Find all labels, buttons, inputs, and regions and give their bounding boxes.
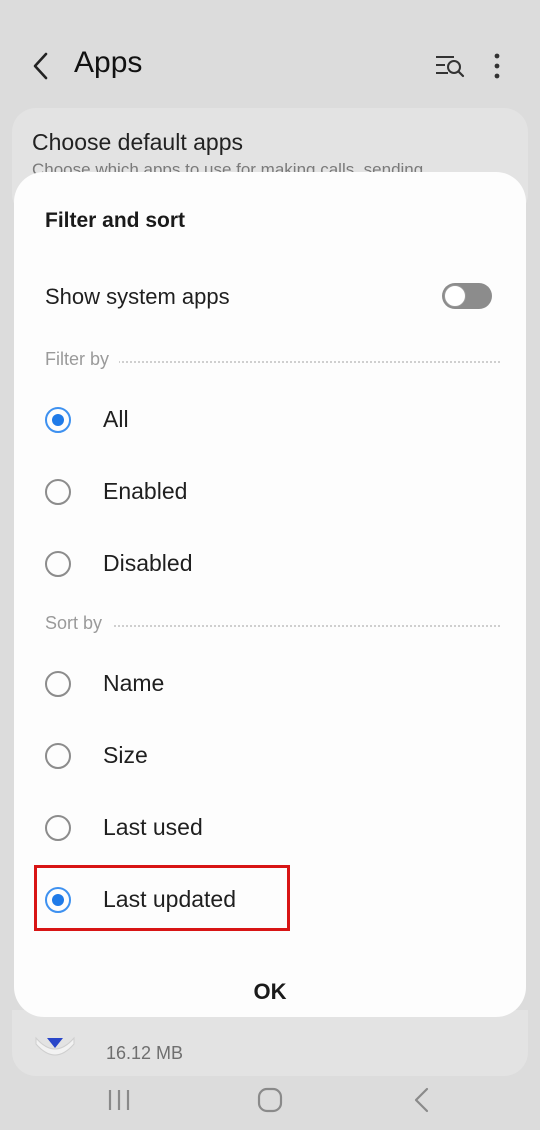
recents-icon[interactable] — [106, 1088, 132, 1112]
filter-by-header: Filter by — [45, 349, 500, 373]
app-list-item[interactable] — [12, 1010, 528, 1076]
sort-option-label: Name — [103, 670, 165, 696]
toggle-knob — [444, 285, 466, 307]
app-bar: Apps — [0, 0, 540, 110]
filter-sort-dialog: Filter and sort Show system apps Filter … — [14, 172, 526, 1017]
show-system-apps-row[interactable]: Show system apps — [14, 267, 526, 327]
show-system-apps-toggle[interactable] — [442, 283, 492, 309]
sort-option-label: Size — [103, 742, 148, 768]
chevron-left-icon[interactable] — [28, 50, 54, 82]
home-icon[interactable] — [257, 1087, 283, 1113]
highlight-annotation — [34, 865, 290, 931]
app-size-label: 16.12 MB — [106, 1043, 184, 1063]
filter-option-label: All — [103, 406, 129, 432]
section-divider — [45, 625, 500, 627]
sort-option-last-used[interactable]: Last used — [14, 797, 526, 859]
filter-option-disabled[interactable]: Disabled — [14, 533, 526, 595]
ok-button[interactable]: OK — [220, 966, 320, 1018]
radio-enabled[interactable] — [45, 479, 71, 505]
back-icon[interactable] — [410, 1086, 434, 1114]
page-title: Apps — [74, 46, 143, 79]
filter-option-enabled[interactable]: Enabled — [14, 461, 526, 523]
radio-all[interactable] — [45, 407, 71, 433]
filter-option-label: Enabled — [103, 478, 188, 504]
radio-name[interactable] — [45, 671, 71, 697]
default-apps-title: Choose default apps — [32, 129, 243, 155]
show-system-apps-label: Show system apps — [45, 284, 230, 309]
filter-by-label: Filter by — [45, 349, 120, 370]
sort-option-label: Last used — [103, 814, 203, 840]
radio-size[interactable] — [45, 743, 71, 769]
filter-option-label: Disabled — [103, 550, 193, 576]
sort-by-header: Sort by — [45, 613, 500, 637]
filter-option-all[interactable]: All — [14, 389, 526, 451]
radio-last-used[interactable] — [45, 815, 71, 841]
filter-search-icon[interactable] — [434, 52, 466, 80]
sort-by-label: Sort by — [45, 613, 113, 634]
sort-option-size[interactable]: Size — [14, 725, 526, 787]
sort-option-name[interactable]: Name — [14, 653, 526, 715]
radio-disabled[interactable] — [45, 551, 71, 577]
dialog-title: Filter and sort — [45, 209, 186, 232]
shield-app-icon — [35, 1036, 75, 1056]
more-vertical-icon[interactable] — [486, 50, 508, 82]
